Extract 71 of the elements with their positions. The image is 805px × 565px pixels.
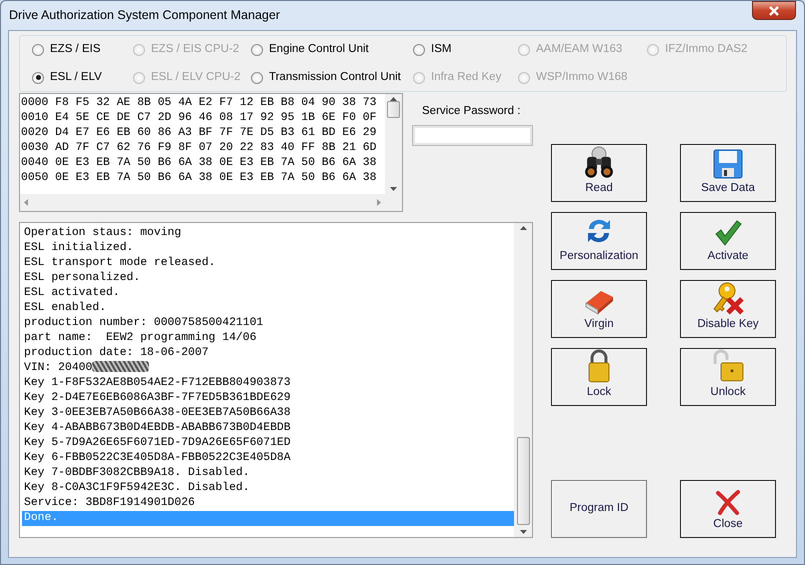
hex-dump-line: 0000 F8 F5 32 AE 8B 05 4A E2 F7 12 EB B8 04 90 38 73 bbox=[21, 96, 378, 111]
hex-dump-line: 0050 0E E3 EB 7A 50 B6 6A 38 0E E3 EB 7A 50 B6 6A 38 bbox=[21, 171, 378, 186]
radio-label: WSP/Immo W168 bbox=[536, 70, 628, 85]
scroll-left-icon[interactable] bbox=[24, 199, 28, 206]
log-line[interactable]: production number: 0000758500421101 bbox=[24, 317, 264, 329]
log-line[interactable]: ESL transport mode released. bbox=[24, 257, 216, 269]
log-line[interactable]: ESL initialized. bbox=[24, 242, 134, 254]
log-line[interactable]: Service: 3BD8F1914901D026 bbox=[24, 497, 195, 509]
radio-button[interactable] bbox=[32, 44, 44, 56]
action-button[interactable]: Lock bbox=[551, 348, 647, 406]
hex-dump-line: 0040 0E E3 EB 7A 50 B6 6A 38 0E E3 EB 7A 50 B6 6A 38 bbox=[21, 156, 378, 171]
window-title: Drive Authorization System Component Manager bbox=[9, 7, 280, 24]
radio-label: Transmission Control Unit bbox=[269, 70, 401, 85]
action-button[interactable]: Read bbox=[551, 144, 647, 202]
service-password-field[interactable] bbox=[412, 125, 533, 146]
log-line[interactable]: ESL enabled. bbox=[24, 302, 106, 314]
log-line[interactable]: Key 5-7D9A26E65F6071ED-7D9A26E65F6071ED bbox=[24, 437, 291, 449]
scroll-right-icon[interactable] bbox=[377, 199, 381, 206]
open-padlock-icon bbox=[711, 349, 745, 383]
padlock-icon bbox=[587, 349, 611, 383]
scroll-down-icon[interactable] bbox=[390, 187, 397, 191]
action-button[interactable]: Program ID bbox=[551, 480, 647, 538]
log-line[interactable]: VIN: 20400 bbox=[24, 362, 92, 374]
log-line[interactable]: Key 6-FBB0522C3E405D8A-FBB0522C3E405D8A bbox=[24, 452, 291, 464]
radio-button[interactable] bbox=[251, 44, 263, 56]
log-line[interactable]: ESL activated. bbox=[24, 287, 120, 299]
log-line[interactable]: Key 3-0EE3EB7A50B66A38-0EE3EB7A50B66A38 bbox=[24, 407, 291, 419]
hex-dump-line: 0010 E4 5E CE DE C7 2D 96 46 08 17 92 95 1B 6E F0 0F bbox=[21, 111, 378, 126]
close-button[interactable] bbox=[752, 1, 796, 20]
action-button[interactable]: Save Data bbox=[680, 144, 776, 202]
radio-label: EZS / EIS CPU-2 bbox=[151, 42, 240, 57]
log-line[interactable]: Key 7-0BDBF3082CBB9A18. Disabled. bbox=[24, 467, 250, 479]
log-line[interactable]: production date: 18-06-2007 bbox=[24, 347, 209, 359]
close-button[interactable]: Close bbox=[680, 480, 776, 538]
scroll-up-icon[interactable] bbox=[520, 226, 526, 230]
hex-dump-line: 0030 AD 7F C7 62 76 F9 8F 07 20 22 83 40 FF 8B 21 6D bbox=[21, 141, 378, 156]
vertical-scrollbar[interactable] bbox=[514, 223, 532, 537]
log-line[interactable]: Key 1-F8F532AE8B054AE2-F712EBB804903873 bbox=[24, 377, 291, 389]
radio-label: EZS / EIS bbox=[50, 42, 100, 57]
radio-label: ESL / ELV CPU-2 bbox=[151, 70, 240, 85]
binoculars-icon bbox=[583, 145, 615, 179]
log-line[interactable]: Key 2-D4E7E6EB6086A3BF-7F7ED5B361BDE629 bbox=[24, 392, 291, 404]
cross-mark-icon bbox=[715, 488, 741, 515]
log-line[interactable]: ESL personalized. bbox=[24, 272, 140, 284]
radio-button[interactable] bbox=[32, 72, 44, 84]
radio-button[interactable] bbox=[413, 44, 425, 56]
scrollbar-thumb[interactable] bbox=[387, 101, 400, 118]
close-icon bbox=[768, 6, 780, 16]
scroll-down-icon[interactable] bbox=[520, 530, 526, 534]
vertical-scrollbar[interactable] bbox=[385, 94, 402, 194]
radio-label: Engine Control Unit bbox=[269, 42, 369, 57]
service-password-label: Service Password : bbox=[421, 104, 522, 119]
log-line[interactable]: Key 8-C0A3C1F9F5942E3C. Disabled. bbox=[24, 482, 250, 494]
log-line[interactable]: Operation staus: moving bbox=[24, 227, 182, 239]
key-with-cross-icon bbox=[712, 281, 744, 315]
check-mark-icon bbox=[714, 218, 742, 247]
action-button[interactable]: Personalization bbox=[551, 212, 647, 270]
radio-button[interactable] bbox=[251, 72, 263, 84]
log-line[interactable]: Key 4-ABABB673B0D4EBDB-ABABB673B0D4EBDB bbox=[24, 422, 291, 434]
radio-label: AAM/EAM W163 bbox=[536, 42, 622, 57]
radio-label: ESL / ELV bbox=[50, 70, 102, 85]
action-button[interactable]: Virgin bbox=[551, 280, 647, 338]
log-line[interactable]: part name: EEW2 programming 14/06 bbox=[24, 332, 256, 344]
scrollbar-thumb[interactable] bbox=[516, 437, 530, 525]
radio-label: IFZ/Immo DAS2 bbox=[665, 42, 748, 57]
hex-dump-line: 0020 D4 E7 E6 EB 60 86 A3 BF 7F 7E D5 B3 61 BD E6 29 bbox=[21, 126, 378, 141]
radio-label: ISM bbox=[431, 42, 452, 57]
action-button[interactable]: Disable Key bbox=[680, 280, 776, 338]
action-button[interactable]: Activate bbox=[680, 212, 776, 270]
action-button[interactable]: Unlock bbox=[680, 348, 776, 406]
radio-label: Infra Red Key bbox=[431, 70, 502, 85]
